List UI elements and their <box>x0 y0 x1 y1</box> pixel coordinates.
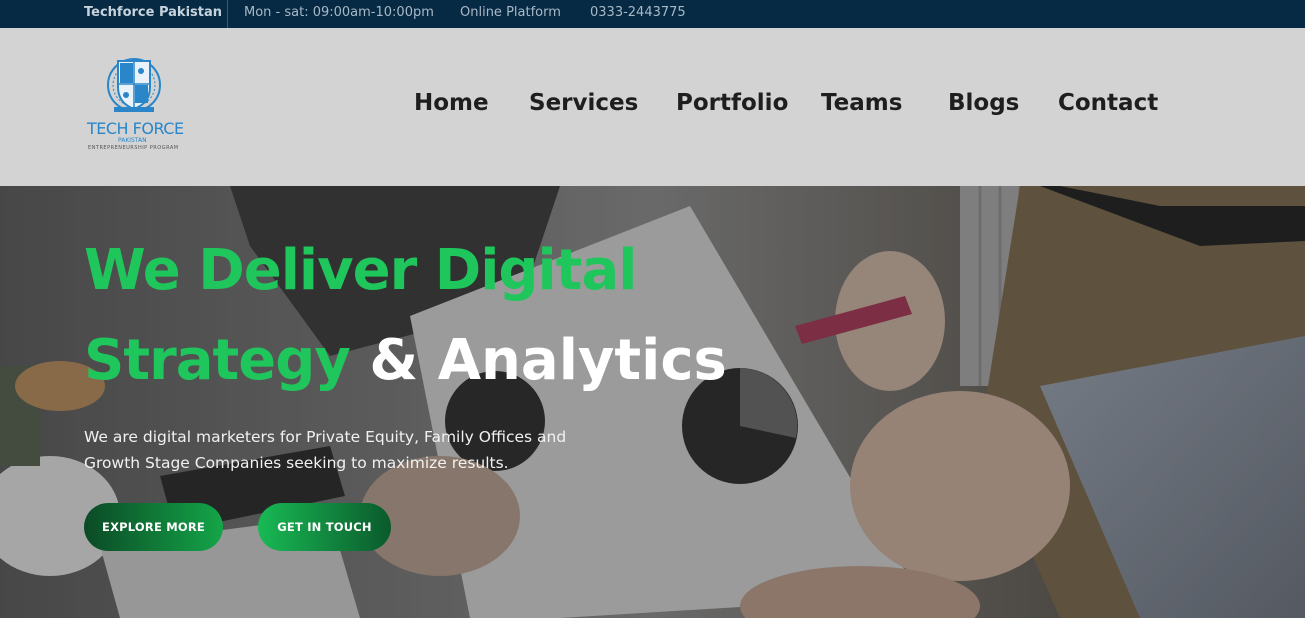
logo-wordmark: TECH FORCE <box>87 119 184 138</box>
nav-services[interactable]: Services <box>529 90 638 116</box>
explore-more-button[interactable]: EXPLORE MORE <box>84 503 223 551</box>
nav-teams[interactable]: Teams <box>821 90 902 116</box>
logo-subtitle: PAKISTAN <box>118 137 147 144</box>
nav-home[interactable]: Home <box>414 90 489 116</box>
nav-portfolio[interactable]: Portfolio <box>676 90 788 116</box>
site-logo[interactable]: TECH FORCE PAKISTAN ENTREPRENEURSHIP PRO… <box>84 53 184 158</box>
logo-tagline: ENTREPRENEURSHIP PROGRAM <box>88 145 179 151</box>
nav-contact[interactable]: Contact <box>1058 90 1158 116</box>
topbar-phone[interactable]: 0333-2443775 <box>590 5 686 20</box>
hero-headline-line2: Strategy & Analytics <box>84 328 727 393</box>
hero-headline-line1: We Deliver Digital <box>84 238 637 303</box>
top-info-bar: Techforce Pakistan Mon - sat: 09:00am-10… <box>0 0 1305 28</box>
hero-headline-white: & Analytics <box>369 328 727 393</box>
hero-section: We Deliver Digital Strategy & Analytics … <box>0 186 1305 618</box>
hero-headline-green: Strategy <box>84 328 351 393</box>
site-header: TECH FORCE PAKISTAN ENTREPRENEURSHIP PRO… <box>0 28 1305 186</box>
hero-subtext: We are digital marketers for Private Equ… <box>84 428 567 472</box>
topbar-divider <box>227 0 228 28</box>
get-in-touch-button[interactable]: GET IN TOUCH <box>258 503 391 551</box>
topbar-platform: Online Platform <box>460 5 561 20</box>
shield-emblem-icon <box>107 58 161 112</box>
nav-blogs[interactable]: Blogs <box>948 90 1019 116</box>
topbar-brand: Techforce Pakistan <box>84 5 222 20</box>
topbar-hours: Mon - sat: 09:00am-10:00pm <box>244 5 434 20</box>
